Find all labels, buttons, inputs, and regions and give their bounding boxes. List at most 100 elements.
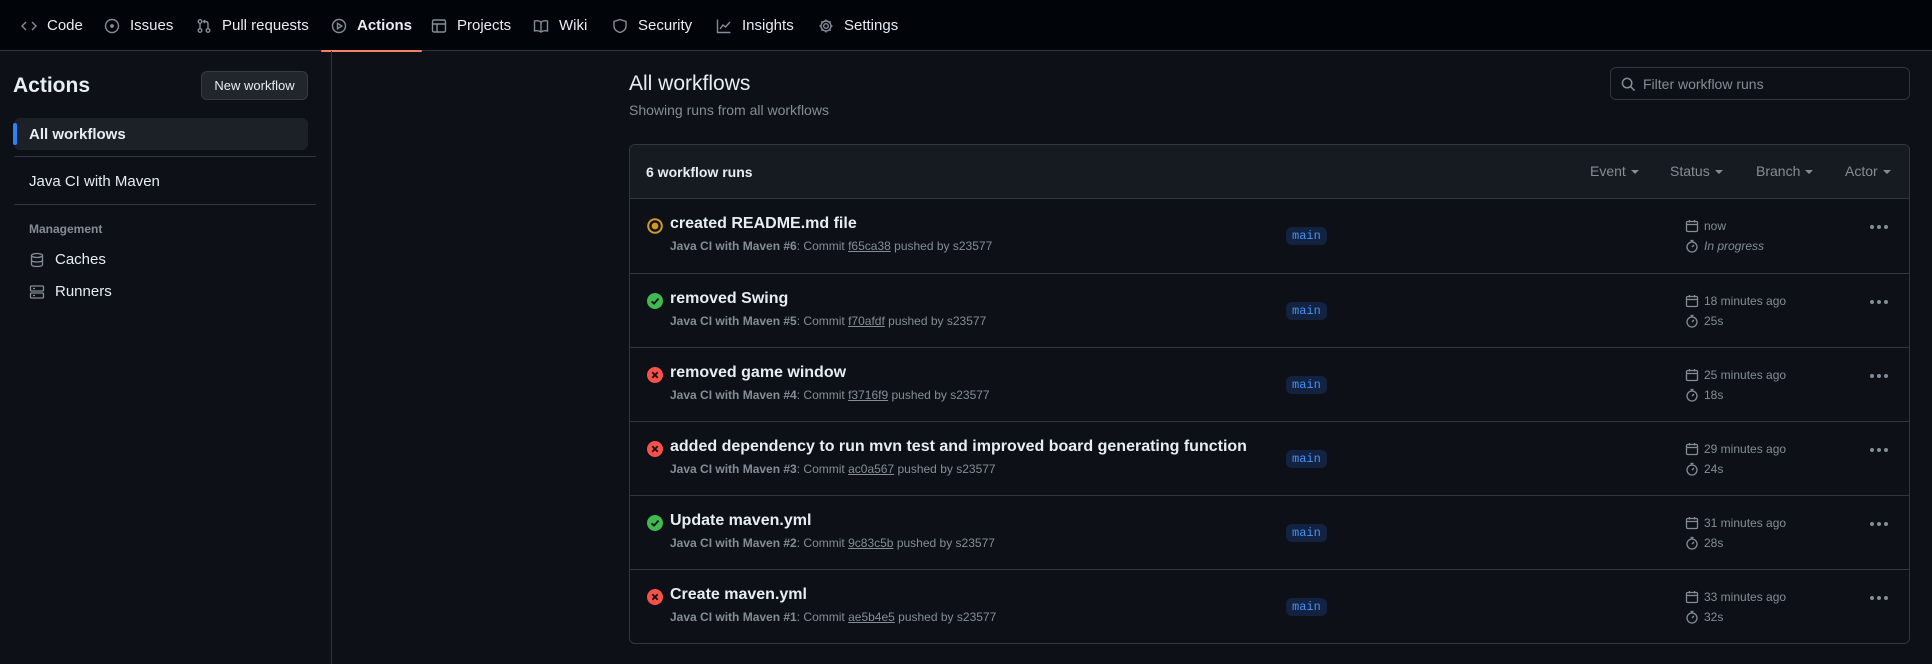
workflow-run-row[interactable]: created README.md file Java CI with Maven…	[630, 199, 1909, 273]
play-icon	[331, 18, 347, 33]
branch-badge[interactable]: main	[1286, 376, 1327, 394]
divider	[14, 204, 316, 205]
filter-input[interactable]	[1643, 68, 1903, 99]
commit-sha-link[interactable]: ae5b4e5	[848, 610, 895, 624]
check-circle-icon	[647, 293, 663, 309]
commit-sha-link[interactable]: 9c83c5b	[848, 536, 893, 550]
run-title-link[interactable]: removed game window	[670, 364, 846, 382]
run-duration: 25s	[1685, 314, 1723, 328]
status-filter-button[interactable]: Status	[1670, 163, 1723, 179]
actor-filter-button[interactable]: Actor	[1845, 163, 1891, 179]
branch-filter-button[interactable]: Branch	[1756, 163, 1813, 179]
run-title-link[interactable]: added dependency to run mvn test and imp…	[670, 438, 1247, 456]
stopwatch-icon	[1686, 314, 1698, 328]
kebab-menu-icon[interactable]	[1870, 374, 1888, 378]
sidebar-item-java-ci-with-maven[interactable]: Java CI with Maven	[14, 165, 308, 197]
kebab-menu-icon[interactable]	[1870, 300, 1888, 304]
tab-security[interactable]: Security	[612, 0, 692, 51]
shield-icon	[613, 18, 627, 33]
run-when: 31 minutes ago	[1704, 516, 1787, 530]
branch-badge[interactable]: main	[1286, 302, 1327, 320]
tab-settings[interactable]: Settings	[818, 0, 898, 51]
x-circle-icon	[647, 367, 663, 383]
run-actor: s23577	[956, 610, 997, 624]
new-workflow-button[interactable]: New workflow	[201, 71, 308, 100]
run-when: 29 minutes ago	[1704, 442, 1787, 456]
divider	[14, 156, 316, 157]
run-title-link[interactable]: created README.md file	[670, 215, 857, 233]
in-progress-icon	[647, 218, 663, 234]
run-duration-text: 32s	[1704, 610, 1724, 624]
book-icon	[533, 19, 549, 33]
tab-actions[interactable]: Actions	[320, 0, 423, 52]
runs-header: 6 workflow runs Event Status Branch Acto…	[630, 145, 1909, 199]
tab-label: Settings	[844, 17, 899, 34]
calendar-icon	[1685, 369, 1699, 382]
kebab-menu-icon[interactable]	[1870, 448, 1888, 452]
tab-insights[interactable]: Insights	[716, 0, 794, 51]
run-duration: 24s	[1685, 462, 1723, 476]
filter-label: Actor	[1845, 163, 1878, 179]
table-icon	[431, 18, 447, 33]
workflow-run-row[interactable]: removed game window Java CI with Maven #4…	[630, 347, 1909, 421]
tab-label: Projects	[457, 17, 512, 34]
workflow-run-row[interactable]: added dependency to run mvn test and imp…	[630, 421, 1909, 495]
branch-badge[interactable]: main	[1286, 598, 1327, 616]
run-workflow-name: Java CI with Maven #2	[670, 536, 797, 550]
run-timestamp: 25 minutes ago	[1685, 368, 1786, 382]
branch-badge[interactable]: main	[1286, 227, 1327, 245]
workflow-run-row[interactable]: Update maven.yml Java CI with Maven #2: C…	[630, 495, 1909, 569]
run-meta: Java CI with Maven #1: Commit ae5b4e5 pu…	[670, 610, 997, 624]
tab-pull-requests[interactable]: Pull requests	[196, 0, 309, 51]
pushed-by-word: pushed by	[894, 239, 950, 253]
issue-icon	[104, 18, 120, 33]
pushed-by-word: pushed by	[891, 388, 947, 402]
sidebar-item-label: Runners	[55, 283, 112, 300]
pushed-by-word: pushed by	[896, 536, 953, 550]
commit-sha-link[interactable]: f70afdf	[848, 314, 885, 328]
run-meta: Java CI with Maven #3: Commit ac0a567 pu…	[670, 462, 996, 476]
page-subtitle: Showing runs from all workflows	[629, 102, 829, 118]
run-duration: In progress	[1685, 239, 1764, 253]
run-when: 25 minutes ago	[1704, 368, 1787, 382]
tab-wiki[interactable]: Wiki	[533, 0, 587, 51]
run-title-link[interactable]: removed Swing	[670, 290, 788, 308]
tab-issues[interactable]: Issues	[104, 0, 173, 51]
run-timestamp: now	[1685, 219, 1726, 233]
branch-badge[interactable]: main	[1286, 524, 1327, 542]
run-actor: s23577	[952, 239, 993, 253]
tab-label: Security	[638, 17, 693, 34]
run-duration-text: 24s	[1704, 462, 1724, 476]
tab-label: Code	[47, 17, 83, 34]
branch-badge[interactable]: main	[1286, 450, 1327, 468]
pushed-by-word: pushed by	[897, 462, 953, 476]
run-when: 33 minutes ago	[1704, 590, 1787, 604]
run-title-link[interactable]: Update maven.yml	[670, 512, 811, 530]
workflow-run-row[interactable]: removed Swing Java CI with Maven #5: Comm…	[630, 273, 1909, 347]
kebab-menu-icon[interactable]	[1870, 225, 1888, 229]
commit-word: Commit	[803, 314, 845, 328]
kebab-menu-icon[interactable]	[1870, 522, 1888, 526]
run-meta: Java CI with Maven #6: Commit f65ca38 pu…	[670, 239, 993, 253]
run-duration-text: 28s	[1704, 536, 1724, 550]
tab-label: Pull requests	[222, 17, 309, 34]
commit-sha-link[interactable]: ac0a567	[848, 462, 894, 476]
commit-word: Commit	[803, 462, 845, 476]
management-heading: Management	[29, 222, 103, 236]
event-filter-button[interactable]: Event	[1590, 163, 1639, 179]
run-timestamp: 33 minutes ago	[1685, 590, 1786, 604]
sidebar-item-runners[interactable]: Runners	[29, 283, 112, 300]
sidebar-item-caches[interactable]: Caches	[29, 251, 106, 268]
commit-sha-link[interactable]: f65ca38	[848, 239, 891, 253]
search-icon	[1621, 77, 1636, 92]
tab-code[interactable]: Code	[21, 0, 83, 51]
run-title-link[interactable]: Create maven.yml	[670, 586, 807, 604]
sidebar-item-all-workflows[interactable]: All workflows	[13, 118, 308, 150]
commit-sha-link[interactable]: f3716f9	[848, 388, 888, 402]
tab-projects[interactable]: Projects	[431, 0, 511, 51]
run-workflow-name: Java CI with Maven #6	[670, 239, 797, 253]
code-icon	[21, 21, 37, 30]
commit-word: Commit	[803, 610, 845, 624]
workflow-run-row[interactable]: Create maven.yml Java CI with Maven #1: C…	[630, 569, 1909, 643]
kebab-menu-icon[interactable]	[1870, 596, 1888, 600]
